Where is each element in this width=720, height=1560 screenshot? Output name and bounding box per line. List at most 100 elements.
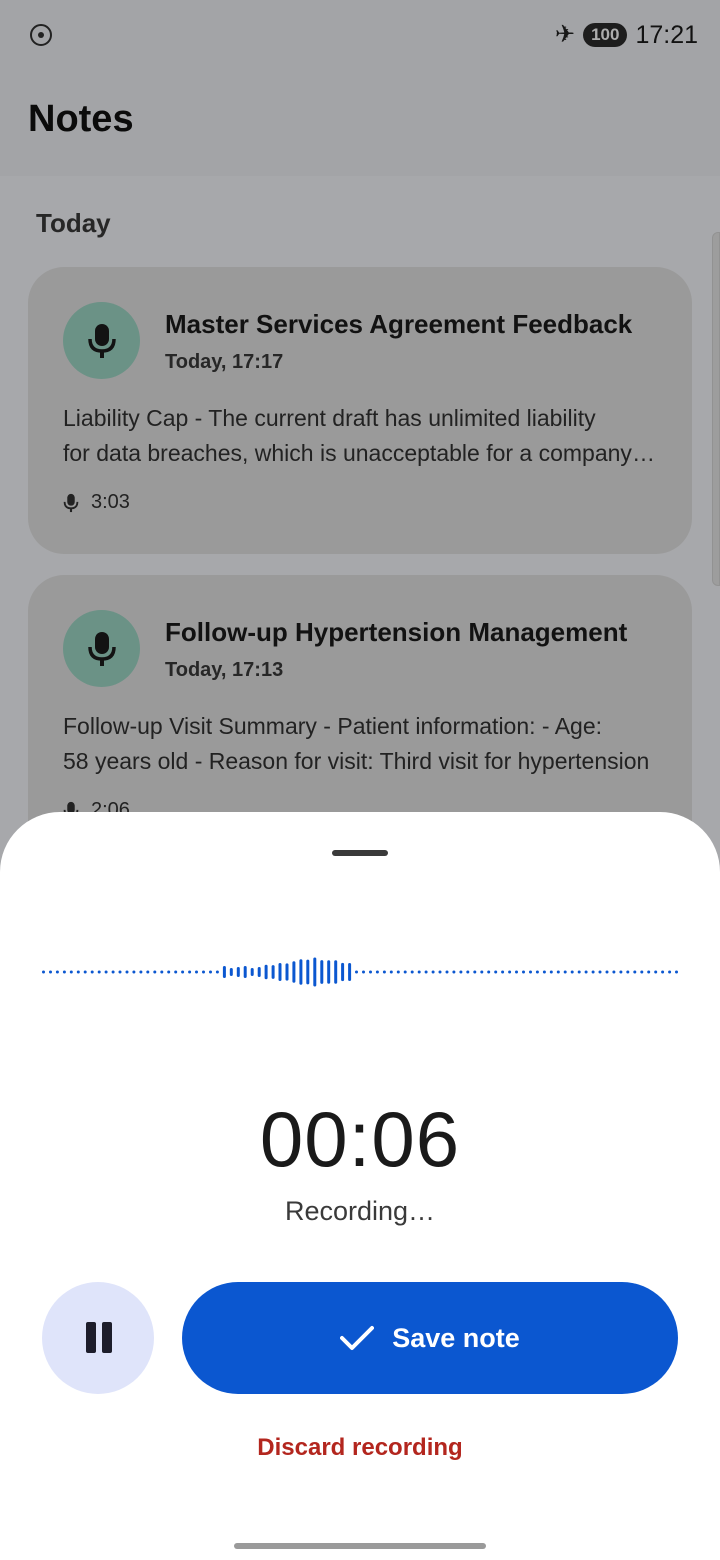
waveform-bar bbox=[69, 970, 73, 974]
check-icon bbox=[340, 1326, 375, 1350]
waveform-bar bbox=[612, 970, 616, 974]
waveform-bar bbox=[452, 970, 456, 974]
waveform-bar bbox=[501, 970, 505, 974]
waveform-bar bbox=[250, 968, 254, 976]
waveform-bar bbox=[271, 965, 275, 979]
waveform-bar bbox=[598, 970, 602, 974]
waveform-bar bbox=[515, 970, 518, 974]
waveform-bar bbox=[188, 970, 192, 974]
waveform-bar bbox=[243, 966, 247, 978]
waveform-bar bbox=[181, 970, 185, 974]
waveform-bar bbox=[174, 970, 178, 974]
waveform-bar bbox=[466, 970, 470, 974]
waveform-bar bbox=[278, 963, 282, 981]
waveform-bar bbox=[62, 970, 66, 974]
waveform-bar bbox=[229, 968, 233, 976]
waveform-bar bbox=[125, 970, 129, 974]
waveform-bar bbox=[146, 970, 150, 974]
waveform-bar bbox=[76, 970, 80, 974]
waveform-bar bbox=[341, 962, 345, 982]
waveform-bar bbox=[584, 970, 588, 974]
waveform-bar bbox=[605, 970, 609, 974]
waveform-bar bbox=[661, 970, 665, 974]
waveform-bar bbox=[382, 970, 386, 974]
waveform-bar bbox=[494, 970, 498, 974]
waveform-bar bbox=[668, 970, 672, 974]
waveform-bar bbox=[508, 970, 512, 974]
save-note-button[interactable]: Save note bbox=[182, 1282, 678, 1394]
waveform-bar bbox=[591, 970, 595, 974]
waveform-bar bbox=[640, 970, 644, 974]
waveform-bar bbox=[348, 963, 352, 981]
waveform-bar bbox=[153, 970, 157, 974]
waveform-bar bbox=[236, 967, 240, 977]
pause-button[interactable] bbox=[42, 1282, 154, 1394]
recording-status: Recording… bbox=[284, 1196, 436, 1226]
waveform-bar bbox=[362, 970, 365, 974]
waveform-bar bbox=[306, 959, 310, 985]
waveform-bar bbox=[55, 970, 59, 974]
waveform-bar bbox=[369, 970, 372, 974]
waveform-bar bbox=[264, 964, 268, 980]
waveform-bar bbox=[334, 960, 338, 984]
waveform-bar bbox=[473, 970, 477, 974]
waveform-bar bbox=[626, 970, 630, 974]
waveform-bar bbox=[480, 970, 484, 974]
waveform-bar bbox=[327, 960, 331, 984]
discard-recording-button[interactable]: Discard recording bbox=[0, 1434, 720, 1462]
waveform-bar bbox=[389, 970, 393, 974]
waveform-bar bbox=[313, 957, 317, 987]
waveform-bar bbox=[424, 970, 428, 974]
recording-bottom-sheet: 00:06 Recording… Save note Discard recor… bbox=[0, 812, 720, 1560]
waveform-bar bbox=[195, 970, 198, 974]
waveform-bar bbox=[410, 970, 414, 974]
waveform-bar bbox=[396, 970, 400, 974]
waveform-bar bbox=[160, 970, 164, 974]
waveform-bar bbox=[104, 970, 108, 974]
waveform-bar bbox=[647, 970, 651, 974]
waveform-bar bbox=[320, 960, 324, 984]
waveform-bar bbox=[487, 970, 491, 974]
save-note-label: Save note bbox=[392, 1322, 520, 1353]
waveform-bar bbox=[633, 970, 637, 974]
waveform-bar bbox=[97, 970, 101, 974]
waveform-bar bbox=[417, 970, 421, 974]
waveform-bar bbox=[292, 961, 296, 983]
waveform-bar bbox=[563, 970, 567, 974]
waveform-bar bbox=[90, 970, 94, 974]
waveform-bar bbox=[257, 967, 261, 977]
waveform-bar bbox=[535, 970, 539, 974]
drag-handle[interactable] bbox=[332, 850, 388, 856]
waveform-bar bbox=[577, 970, 581, 974]
waveform-bar bbox=[111, 970, 115, 974]
waveform-bar bbox=[570, 970, 574, 974]
waveform-bar bbox=[202, 970, 205, 974]
waveform-bar bbox=[431, 970, 435, 974]
waveform-bar bbox=[438, 970, 442, 974]
waveform-bar bbox=[139, 970, 143, 974]
waveform-bar bbox=[42, 970, 45, 974]
pause-icon bbox=[102, 1322, 112, 1353]
waveform-bar bbox=[299, 959, 303, 985]
waveform-bar bbox=[222, 966, 226, 978]
waveform-bar bbox=[403, 970, 407, 974]
waveform-bar bbox=[542, 970, 546, 974]
waveform-bar bbox=[445, 970, 449, 974]
waveform-bar bbox=[654, 970, 658, 974]
waveform-bar bbox=[522, 970, 525, 974]
gesture-navigation-bar[interactable] bbox=[234, 1543, 486, 1549]
waveform-bar bbox=[529, 970, 532, 974]
waveform-bar bbox=[132, 970, 136, 974]
waveform-bar bbox=[215, 970, 219, 974]
waveform-bar bbox=[619, 970, 623, 974]
waveform-bar bbox=[167, 970, 171, 974]
waveform-bar bbox=[285, 963, 289, 981]
recording-timer: 00:06 bbox=[259, 1095, 461, 1183]
pause-icon bbox=[86, 1322, 96, 1353]
waveform-bar bbox=[459, 970, 463, 974]
waveform-bar bbox=[209, 970, 212, 974]
waveform-bar bbox=[549, 970, 553, 974]
waveform-bar bbox=[675, 970, 678, 974]
audio-waveform bbox=[42, 957, 678, 987]
waveform-bar bbox=[355, 970, 358, 974]
